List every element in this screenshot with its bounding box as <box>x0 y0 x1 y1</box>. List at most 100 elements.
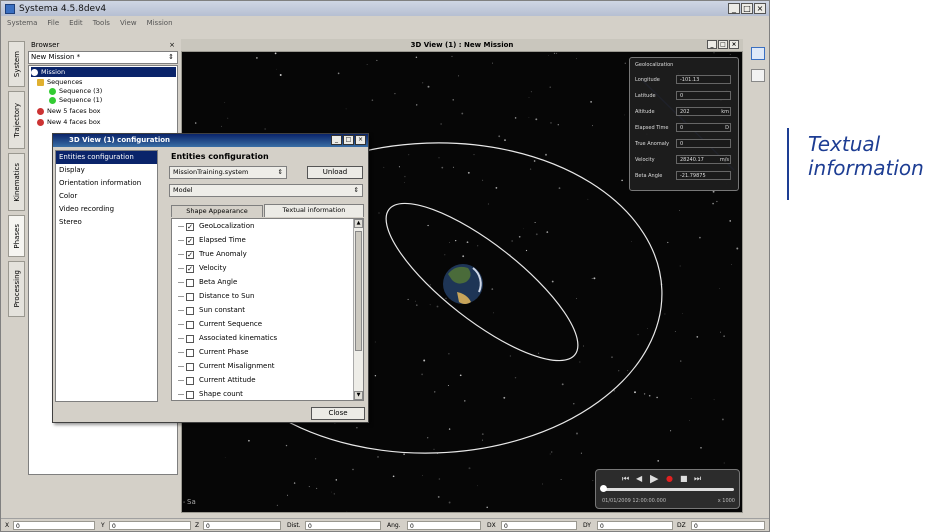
category-video-recording[interactable]: Video recording <box>56 203 157 216</box>
menu-systema[interactable]: Systema <box>7 19 37 27</box>
scroll-thumb[interactable] <box>355 231 362 351</box>
status-value[interactable]: 0 <box>597 521 673 530</box>
checkbox[interactable] <box>186 279 194 287</box>
document-icon[interactable] <box>751 69 765 82</box>
menu-mission[interactable]: Mission <box>147 19 173 27</box>
category-color[interactable]: Color <box>56 190 157 203</box>
view-close-button[interactable]: × <box>729 40 739 49</box>
check-row-shape-count[interactable]: Shape count <box>172 388 352 400</box>
stop-icon[interactable]: ■ <box>680 474 688 483</box>
checkbox[interactable] <box>186 349 194 357</box>
tree-item-5-faces-box[interactable]: New 5 faces box <box>37 106 101 116</box>
tab-system[interactable]: System <box>8 41 25 87</box>
mission-select-value: New Mission * <box>31 53 81 61</box>
skip-start-icon[interactable]: ⏮ <box>622 474 629 484</box>
close-button[interactable]: × <box>754 3 766 14</box>
menu-view[interactable]: View <box>120 19 137 27</box>
info-row-latitude: Latitude 0 <box>630 90 740 102</box>
view-configuration-dialog: 3D View (1) configuration _ □ × Entities… <box>52 133 369 423</box>
check-row-geolocalization[interactable]: ✓ GeoLocalization <box>172 220 352 233</box>
dialog-maximize-button[interactable]: □ <box>343 135 354 145</box>
check-row-current-misalignment[interactable]: Current Misalignment <box>172 360 352 373</box>
check-row-elapsed-time[interactable]: ✓ Elapsed Time <box>172 234 352 247</box>
view-minimize-button[interactable]: _ <box>707 40 717 49</box>
tree-item-mission[interactable]: Mission <box>31 67 176 77</box>
menu-file[interactable]: File <box>47 19 59 27</box>
checkbox[interactable]: ✓ <box>186 223 194 231</box>
textual-information-overlay: Geolocalization Longitude -101.13 Latitu… <box>629 57 739 191</box>
step-back-icon[interactable]: ◀ <box>636 474 642 483</box>
star <box>407 298 409 300</box>
star <box>346 510 348 512</box>
check-row-current-sequence[interactable]: Current Sequence <box>172 318 352 331</box>
check-row-sun-constant[interactable]: Sun constant <box>172 304 352 317</box>
check-row-current-attitude[interactable]: Current Attitude <box>172 374 352 387</box>
info-row-longitude: Longitude -101.13 <box>630 74 740 86</box>
close-dialog-button[interactable]: Close <box>311 407 365 420</box>
dialog-minimize-button[interactable]: _ <box>331 135 342 145</box>
checkbox[interactable] <box>186 335 194 343</box>
check-row-velocity[interactable]: ✓ Velocity <box>172 262 352 275</box>
maximize-button[interactable]: □ <box>741 3 753 14</box>
tab-processing[interactable]: Processing <box>8 261 25 317</box>
timeline-knob[interactable] <box>600 485 607 492</box>
checkbox[interactable] <box>186 391 194 399</box>
options-scrollbar[interactable]: ▲ ▼ <box>353 219 363 400</box>
star <box>696 336 699 338</box>
category-entities-configuration[interactable]: Entities configuration <box>56 151 157 164</box>
tab-phases[interactable]: Phases <box>8 215 25 257</box>
menu-edit[interactable]: Edit <box>69 19 83 27</box>
dialog-close-button[interactable]: × <box>355 135 366 145</box>
check-row-beta-angle[interactable]: Beta Angle <box>172 276 352 289</box>
checkbox[interactable]: ✓ <box>186 237 194 245</box>
checkbox[interactable] <box>186 293 194 301</box>
checkbox[interactable] <box>186 307 194 315</box>
check-row-associated-kinematics[interactable]: Associated kinematics <box>172 332 352 345</box>
check-row-true-anomaly[interactable]: ✓ True Anomaly <box>172 248 352 261</box>
star <box>377 456 379 458</box>
tree-item-4-faces-box[interactable]: New 4 faces box <box>37 117 101 127</box>
star <box>455 239 457 242</box>
tab-kinematics[interactable]: Kinematics <box>8 153 25 211</box>
category-stereo[interactable]: Stereo <box>56 216 157 229</box>
star <box>276 68 277 70</box>
check-row-distance-to-sun[interactable]: Distance to Sun <box>172 290 352 303</box>
tab-textual-information[interactable]: Textual information <box>264 204 364 217</box>
checkbox[interactable]: ✓ <box>186 251 194 259</box>
minimize-button[interactable]: _ <box>728 3 740 14</box>
entity-select[interactable]: MissionTraining.system ⇕ <box>169 166 287 179</box>
status-value[interactable]: 0 <box>13 521 95 530</box>
record-icon[interactable]: ● <box>666 474 673 483</box>
menu-tools[interactable]: Tools <box>93 19 110 27</box>
tree-item-sequence-1[interactable]: Sequence (1) <box>49 95 102 105</box>
view-maximize-button[interactable]: □ <box>718 40 728 49</box>
playback-speed[interactable]: x 1000 <box>718 498 735 504</box>
checkbox[interactable] <box>186 377 194 385</box>
tab-shape-appearance[interactable]: Shape Appearance <box>171 205 263 217</box>
timeline-track[interactable] <box>602 488 734 491</box>
checkbox[interactable] <box>186 363 194 371</box>
tab-trajectory[interactable]: Trajectory <box>8 91 25 149</box>
checkbox[interactable]: ✓ <box>186 265 194 273</box>
status-value[interactable]: 0 <box>305 521 381 530</box>
check-row-current-phase[interactable]: Current Phase <box>172 346 352 359</box>
layout-icon[interactable] <box>751 47 765 60</box>
mission-select[interactable]: New Mission * ⇕ <box>28 51 178 64</box>
status-value[interactable]: 0 <box>203 521 281 530</box>
status-value[interactable]: 0 <box>407 521 481 530</box>
status-value[interactable]: 0 <box>109 521 191 530</box>
checkbox[interactable] <box>186 321 194 329</box>
star <box>461 112 464 115</box>
status-value[interactable]: 0 <box>501 521 577 530</box>
model-select[interactable]: Model ⇕ <box>169 184 363 197</box>
status-value[interactable]: 0 <box>691 521 765 530</box>
unload-button[interactable]: Unload <box>307 166 363 179</box>
browser-close-icon[interactable]: × <box>169 39 175 51</box>
category-display[interactable]: Display <box>56 164 157 177</box>
skip-end-icon[interactable]: ⏭ <box>694 474 701 484</box>
scroll-down-icon[interactable]: ▼ <box>354 391 363 400</box>
star <box>482 439 483 441</box>
play-icon[interactable]: ▶ <box>650 472 658 485</box>
category-orientation-information[interactable]: Orientation information <box>56 177 157 190</box>
scroll-up-icon[interactable]: ▲ <box>354 219 363 228</box>
